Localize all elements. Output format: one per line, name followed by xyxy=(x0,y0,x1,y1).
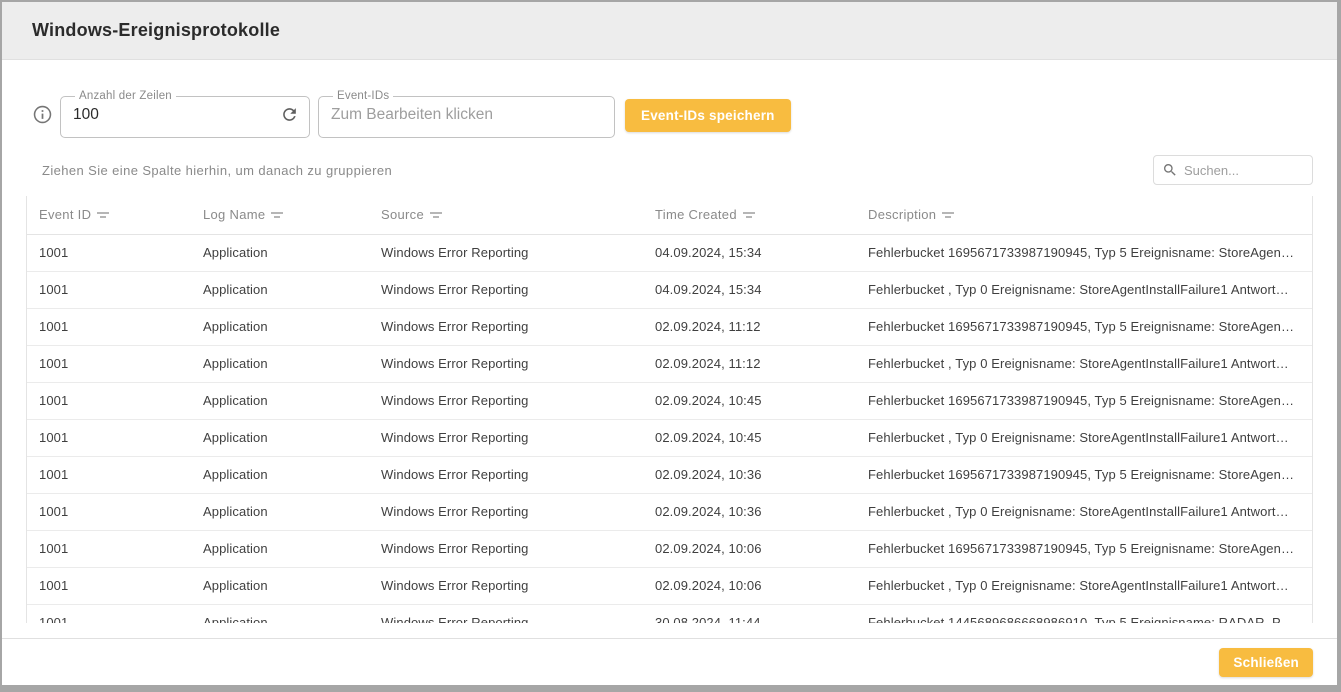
dialog-footer: Schließen xyxy=(2,638,1337,685)
info-icon[interactable] xyxy=(26,104,58,125)
cell-time-created: 04.09.2024, 15:34 xyxy=(643,234,856,271)
search-icon xyxy=(1162,162,1178,178)
event-log-table: Event ID Log Name Source Time Created De… xyxy=(26,196,1313,623)
cell-log-name: Application xyxy=(191,419,369,456)
table-row[interactable]: 1001 Application Windows Error Reporting… xyxy=(27,382,1312,419)
dialog-header: Windows-Ereignisprotokolle xyxy=(2,2,1337,60)
table-row[interactable]: 1001 Application Windows Error Reporting… xyxy=(27,271,1312,308)
column-header-event-id[interactable]: Event ID xyxy=(27,196,191,234)
cell-time-created: 02.09.2024, 10:45 xyxy=(643,419,856,456)
cell-time-created: 02.09.2024, 10:06 xyxy=(643,567,856,604)
cell-time-created: 04.09.2024, 15:34 xyxy=(643,271,856,308)
filter-icon[interactable] xyxy=(270,210,284,220)
table-header: Event ID Log Name Source Time Created De… xyxy=(27,196,1312,234)
close-button[interactable]: Schließen xyxy=(1219,648,1313,677)
cell-source: Windows Error Reporting xyxy=(369,456,643,493)
page-title: Windows-Ereignisprotokolle xyxy=(32,20,280,41)
cell-event-id: 1001 xyxy=(27,530,191,567)
cell-event-id: 1001 xyxy=(27,382,191,419)
cell-description: Fehlerbucket 1445689686668986910, Typ 5 … xyxy=(856,604,1312,623)
cell-log-name: Application xyxy=(191,567,369,604)
cell-description: Fehlerbucket , Typ 0 Ereignisname: Store… xyxy=(856,493,1312,530)
row-count-label: Anzahl der Zeilen xyxy=(75,90,176,102)
cell-description: Fehlerbucket 1695671733987190945, Typ 5 … xyxy=(856,456,1312,493)
cell-time-created: 02.09.2024, 10:36 xyxy=(643,456,856,493)
refresh-icon[interactable] xyxy=(280,105,299,124)
cell-description: Fehlerbucket 1695671733987190945, Typ 5 … xyxy=(856,382,1312,419)
column-header-log-name[interactable]: Log Name xyxy=(191,196,369,234)
table-row[interactable]: 1001 Application Windows Error Reporting… xyxy=(27,456,1312,493)
table-row[interactable]: 1001 Application Windows Error Reporting… xyxy=(27,493,1312,530)
cell-source: Windows Error Reporting xyxy=(369,493,643,530)
cell-event-id: 1001 xyxy=(27,419,191,456)
event-ids-field: Event-IDs xyxy=(318,90,615,138)
cell-description: Fehlerbucket , Typ 0 Ereignisname: Store… xyxy=(856,419,1312,456)
cell-source: Windows Error Reporting xyxy=(369,419,643,456)
table-row[interactable]: 1001 Application Windows Error Reporting… xyxy=(27,419,1312,456)
table-row[interactable]: 1001 Application Windows Error Reporting… xyxy=(27,345,1312,382)
filter-icon[interactable] xyxy=(742,210,756,220)
cell-event-id: 1001 xyxy=(27,234,191,271)
cell-source: Windows Error Reporting xyxy=(369,234,643,271)
cell-source: Windows Error Reporting xyxy=(369,345,643,382)
cell-event-id: 1001 xyxy=(27,567,191,604)
cell-log-name: Application xyxy=(191,271,369,308)
cell-description: Fehlerbucket 1695671733987190945, Typ 5 … xyxy=(856,308,1312,345)
column-header-time-created[interactable]: Time Created xyxy=(643,196,856,234)
cell-event-id: 1001 xyxy=(27,456,191,493)
cell-time-created: 02.09.2024, 11:12 xyxy=(643,345,856,382)
controls-row: Anzahl der Zeilen Event-IDs Event-IDs sp… xyxy=(26,90,1313,138)
cell-time-created: 02.09.2024, 10:06 xyxy=(643,530,856,567)
grid-toolbar: Ziehen Sie eine Spalte hierhin, um danac… xyxy=(26,154,1313,186)
cell-event-id: 1001 xyxy=(27,308,191,345)
cell-description: Fehlerbucket , Typ 0 Ereignisname: Store… xyxy=(856,271,1312,308)
save-event-ids-button[interactable]: Event-IDs speichern xyxy=(625,99,791,132)
cell-log-name: Application xyxy=(191,345,369,382)
table-row[interactable]: 1001 Application Windows Error Reporting… xyxy=(27,530,1312,567)
cell-source: Windows Error Reporting xyxy=(369,271,643,308)
column-header-description[interactable]: Description xyxy=(856,196,1312,234)
group-by-drop-zone[interactable]: Ziehen Sie eine Spalte hierhin, um danac… xyxy=(26,163,392,178)
cell-event-id: 1001 xyxy=(27,493,191,530)
cell-log-name: Application xyxy=(191,308,369,345)
cell-description: Fehlerbucket , Typ 0 Ereignisname: Store… xyxy=(856,567,1312,604)
cell-log-name: Application xyxy=(191,456,369,493)
cell-source: Windows Error Reporting xyxy=(369,604,643,623)
windows-event-logs-dialog: Windows-Ereignisprotokolle Anzahl der Ze… xyxy=(0,0,1341,692)
cell-event-id: 1001 xyxy=(27,271,191,308)
cell-time-created: 02.09.2024, 11:12 xyxy=(643,308,856,345)
cell-log-name: Application xyxy=(191,234,369,271)
cell-source: Windows Error Reporting xyxy=(369,382,643,419)
table-body: 1001 Application Windows Error Reporting… xyxy=(27,234,1312,623)
cell-time-created: 02.09.2024, 10:45 xyxy=(643,382,856,419)
table-row[interactable]: 1001 Application Windows Error Reporting… xyxy=(27,234,1312,271)
cell-description: Fehlerbucket 1695671733987190945, Typ 5 … xyxy=(856,530,1312,567)
cell-time-created: 30.08.2024, 11:44 xyxy=(643,604,856,623)
filter-icon[interactable] xyxy=(941,210,955,220)
cell-log-name: Application xyxy=(191,382,369,419)
cell-log-name: Application xyxy=(191,604,369,623)
cell-log-name: Application xyxy=(191,530,369,567)
cell-event-id: 1001 xyxy=(27,345,191,382)
cell-description: Fehlerbucket 1695671733987190945, Typ 5 … xyxy=(856,234,1312,271)
cell-log-name: Application xyxy=(191,493,369,530)
event-ids-input[interactable] xyxy=(331,106,604,124)
cell-time-created: 02.09.2024, 10:36 xyxy=(643,493,856,530)
cell-source: Windows Error Reporting xyxy=(369,308,643,345)
cell-event-id: 1001 xyxy=(27,604,191,623)
row-count-field: Anzahl der Zeilen xyxy=(60,90,310,138)
filter-icon[interactable] xyxy=(96,210,110,220)
row-count-input[interactable] xyxy=(73,106,274,124)
cell-source: Windows Error Reporting xyxy=(369,567,643,604)
filter-icon[interactable] xyxy=(429,210,443,220)
search-input[interactable] xyxy=(1184,163,1304,178)
search-box xyxy=(1153,155,1313,185)
cell-description: Fehlerbucket , Typ 0 Ereignisname: Store… xyxy=(856,345,1312,382)
cell-source: Windows Error Reporting xyxy=(369,530,643,567)
event-ids-label: Event-IDs xyxy=(333,90,393,102)
table-row[interactable]: 1001 Application Windows Error Reporting… xyxy=(27,308,1312,345)
column-header-source[interactable]: Source xyxy=(369,196,643,234)
table-row[interactable]: 1001 Application Windows Error Reporting… xyxy=(27,567,1312,604)
table-row[interactable]: 1001 Application Windows Error Reporting… xyxy=(27,604,1312,623)
